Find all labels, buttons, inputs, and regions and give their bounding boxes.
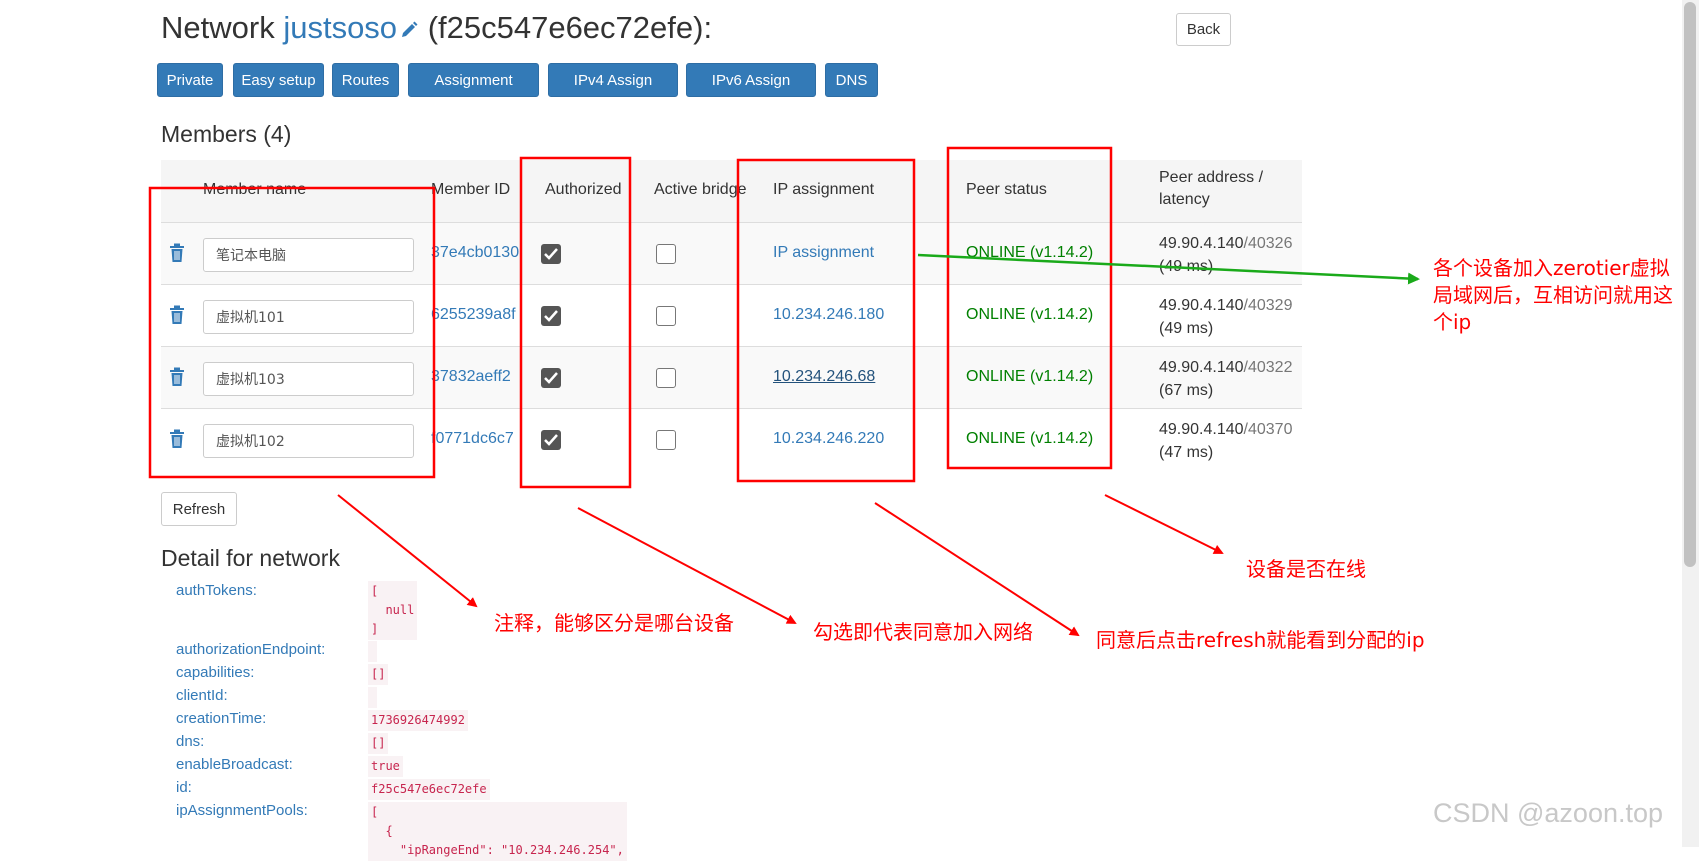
peer-address: 49.90.4.140/40370 (47 ms) xyxy=(1159,421,1293,461)
detail-key: dns: xyxy=(176,733,205,750)
table-header: Member name Member ID Authorized Active … xyxy=(161,160,1302,224)
member-id-link[interactable]: 6255239a8f xyxy=(431,306,541,324)
member-name-input[interactable] xyxy=(203,362,414,396)
title-prefix: Network xyxy=(161,10,275,45)
member-id-link[interactable]: f0771dc6c7 xyxy=(431,430,541,448)
col-peer-status: Peer status xyxy=(966,181,1047,198)
annotation-peer-note: 设备是否在线 xyxy=(1246,557,1366,581)
checkmark-icon xyxy=(544,372,558,384)
detail-value: [] xyxy=(368,664,389,685)
col-latency: latency xyxy=(1159,191,1210,208)
table-row: 37832aeff2 10.234.246.68 ONLINE (v1.14.2… xyxy=(161,346,1302,409)
detail-value: f25c547e6ec72efe xyxy=(368,779,490,800)
detail-heading: Detail for network xyxy=(161,545,340,571)
col-authorized: Authorized xyxy=(545,181,622,198)
trash-icon[interactable] xyxy=(169,243,185,263)
detail-value: true xyxy=(368,756,403,777)
arrow-auth-note xyxy=(577,507,797,624)
detail-value: 1736926474992 xyxy=(368,710,468,731)
back-button[interactable]: Back xyxy=(1176,13,1231,46)
col-active-bridge: Active bridge xyxy=(654,181,747,198)
detail-key: creationTime: xyxy=(176,710,267,727)
network-id: (f25c547e6ec72efe): xyxy=(427,10,713,45)
checkmark-icon xyxy=(544,434,558,446)
ip-assignment-link[interactable]: 10.234.246.180 xyxy=(773,306,884,324)
trash-icon[interactable] xyxy=(169,367,185,387)
members-heading: Members (4) xyxy=(161,121,292,147)
col-member-name: Member name xyxy=(203,181,307,198)
col-member-id: Member ID xyxy=(431,181,511,198)
network-name-link[interactable]: justsoso xyxy=(283,10,397,45)
ip-assignment-link[interactable]: 10.234.246.220 xyxy=(773,430,884,448)
ip-assignment-link[interactable]: 10.234.246.68 xyxy=(773,368,875,386)
ipv6-assign-mode-button[interactable]: IPv6 Assign Mode xyxy=(686,63,816,121)
dns-button[interactable]: DNS xyxy=(825,63,878,97)
member-name-input[interactable] xyxy=(203,238,414,272)
watermark: CSDN @azoon.top xyxy=(1433,798,1664,828)
peer-address: 49.90.4.140/40326 (49 ms) xyxy=(1159,235,1293,275)
detail-key: clientId: xyxy=(176,687,228,704)
table-row: 6255239a8f 10.234.246.180 ONLINE (v1.14.… xyxy=(161,284,1302,347)
detail-key: authorizationEndpoint: xyxy=(176,641,326,658)
trash-icon[interactable] xyxy=(169,305,185,325)
trash-icon[interactable] xyxy=(169,429,185,449)
authorized-checkbox[interactable] xyxy=(541,368,561,388)
active-bridge-checkbox[interactable] xyxy=(656,244,676,264)
peer-status: ONLINE (v1.14.2) xyxy=(966,430,1094,447)
detail-key: capabilities: xyxy=(176,664,255,681)
table-row: 37e4cb0130 IP assignment ONLINE (v1.14.2… xyxy=(161,222,1302,285)
annotation-ip-note: 各个设备加入zerotier虚拟 局域网后，互相访问就用这 个ip xyxy=(1433,256,1673,334)
assignment-pools-button[interactable]: Assignment Pools xyxy=(408,63,539,121)
member-id-link[interactable]: 37e4cb0130 xyxy=(431,244,541,262)
routes-button[interactable]: Routes xyxy=(332,63,399,97)
annotation-auth-note: 勾选即代表同意加入网络 xyxy=(813,620,1033,644)
ipv4-assign-mode-button[interactable]: IPv4 Assign Mode xyxy=(548,63,678,121)
checkmark-icon xyxy=(544,248,558,260)
member-id-link[interactable]: 37832aeff2 xyxy=(431,368,541,386)
col-ip-assignment: IP assignment xyxy=(773,181,875,198)
peer-address: 49.90.4.140/40329 (49 ms) xyxy=(1159,297,1293,337)
col-peer-address: Peer address / xyxy=(1159,169,1264,186)
detail-value: [ null ] xyxy=(368,581,418,640)
members-table: Member name Member ID Authorized Active … xyxy=(161,160,1302,472)
table-row: f0771dc6c7 10.234.246.220 ONLINE (v1.14.… xyxy=(161,408,1302,471)
detail-key: enableBroadcast: xyxy=(176,756,293,773)
refresh-button[interactable]: Refresh xyxy=(161,492,237,526)
peer-status: ONLINE (v1.14.2) xyxy=(966,368,1094,385)
ip-assignment-link[interactable]: IP assignment xyxy=(773,244,874,262)
detail-key: ipAssignmentPools: xyxy=(176,802,308,819)
member-name-input[interactable] xyxy=(203,300,414,334)
member-name-input[interactable] xyxy=(203,424,414,458)
active-bridge-checkbox[interactable] xyxy=(656,368,676,388)
detail-value xyxy=(368,687,377,708)
active-bridge-checkbox[interactable] xyxy=(656,430,676,450)
easy-setup-button[interactable]: Easy setup xyxy=(233,63,324,97)
peer-status: ONLINE (v1.14.2) xyxy=(966,244,1094,261)
page-title: Network justsoso (f25c547e6ec72efe): xyxy=(161,10,712,46)
pencil-icon[interactable] xyxy=(399,20,419,40)
detail-value: [] xyxy=(368,733,389,754)
detail-key: authTokens: xyxy=(176,582,257,599)
scrollbar-thumb[interactable] xyxy=(1684,2,1696,567)
annotation-refresh-note: 同意后点击refresh就能看到分配的ip xyxy=(1096,628,1425,652)
peer-address: 49.90.4.140/40322 (67 ms) xyxy=(1159,359,1293,399)
arrow-peer-note xyxy=(1104,494,1224,554)
peer-status: ONLINE (v1.14.2) xyxy=(966,306,1094,323)
authorized-checkbox[interactable] xyxy=(541,306,561,326)
detail-key: id: xyxy=(176,779,192,796)
detail-value: [ { "ipRangeEnd": "10.234.246.254", xyxy=(368,802,627,861)
active-bridge-checkbox[interactable] xyxy=(656,306,676,326)
detail-value xyxy=(368,641,377,662)
annotation-name-note: 注释，能够区分是哪台设备 xyxy=(494,611,734,635)
authorized-checkbox[interactable] xyxy=(541,244,561,264)
private-button[interactable]: Private xyxy=(157,63,223,97)
authorized-checkbox[interactable] xyxy=(541,430,561,450)
checkmark-icon xyxy=(544,310,558,322)
